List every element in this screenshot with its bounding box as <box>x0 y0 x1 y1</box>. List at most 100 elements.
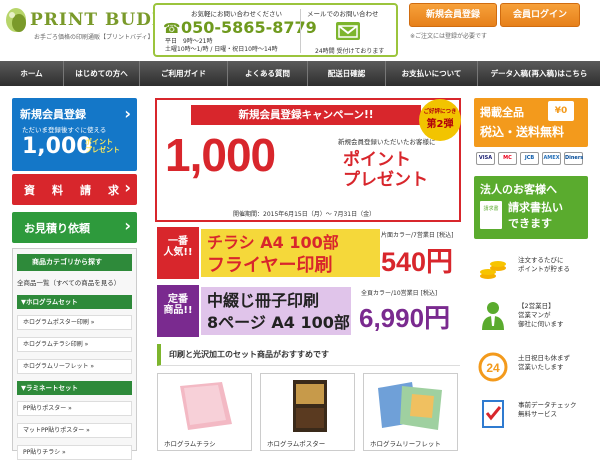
mail-hours: 24時間 受付けております <box>315 48 385 55</box>
campaign-period: 開催期間：2015年6月15日（月）〜 7月31日（金） <box>233 211 376 218</box>
category-item[interactable]: PP貼りポスター » <box>17 401 132 416</box>
nav-home[interactable]: ホーム <box>0 61 64 86</box>
promo-tag: 一番 人気!! <box>157 227 199 279</box>
category-item[interactable]: マットPP貼りポスター » <box>17 423 132 438</box>
promo-caption: 全頁カラー/10営業日 [税込] <box>361 290 438 297</box>
feature-text: 土日祝日も休まず 営業いたします <box>518 354 570 371</box>
set-heading: 印刷と光沢加工のセット商品がおすすめです <box>157 344 460 366</box>
promo-tag: 定番 商品!! <box>157 285 199 337</box>
badge-main: 第2弾 <box>426 119 454 130</box>
free-shipping-sub: 税込・送料無料 <box>480 125 565 139</box>
yen-zero-icon: ¥0 <box>548 101 574 121</box>
register-banner-line: ただいま登録後すぐに使える <box>22 126 107 134</box>
register-banner[interactable]: 新規会員登録 › ただいま登録後すぐに使える 1,000 ポイント プレゼント <box>12 98 137 171</box>
promo-line2: 8ページ A4 100部 <box>207 313 350 332</box>
payment-cards: VISA MC JCB AMEX Diners <box>476 152 588 168</box>
visa-icon: VISA <box>476 152 495 165</box>
product-caption: ホログラムリーフレット <box>370 440 441 448</box>
corporate-banner[interactable]: 法人のお客様へ 請求書 請求書払い できます <box>474 176 588 239</box>
category-item[interactable]: ホログラムチラシ印刷 » <box>17 337 132 352</box>
nav-guide[interactable]: ご利用ガイド <box>140 61 228 86</box>
register-banner-points-label: ポイント プレゼント <box>85 138 120 154</box>
promo-booklet[interactable]: 定番 商品!! 中綴じ冊子印刷 8ページ A4 100部 全頁カラー/10営業日… <box>157 285 460 337</box>
phone-label: お気軽にお問い合わせください <box>191 10 282 18</box>
svg-text:24: 24 <box>486 361 500 375</box>
category-section-laminate[interactable]: ▼ラミネートセット <box>17 381 132 395</box>
product-caption: ホログラムチラシ <box>164 440 216 448</box>
promo-caption: 片面カラー/7営業日 [税込] <box>381 232 454 239</box>
business-hours: 平日 9時〜21時 土曜10時〜1/時 / 日曜・祝日10時〜14時 <box>165 38 278 53</box>
promo-line1: チラシ A4 100部 <box>207 233 339 252</box>
feature-text: 【2営業日】 営業マンが 御社に伺います <box>518 302 564 328</box>
catalog-request-label: 資 料 請 求 <box>24 184 122 197</box>
logo-subtitle: お手ごろ価格の印刷通販【プリントバディ】 <box>34 34 154 41</box>
badge-top: ご好評につき <box>423 109 457 115</box>
corporate-title: 法人のお客様へ <box>480 183 557 196</box>
promo-line2: フライヤー印刷 <box>207 255 333 276</box>
feature-text: 事前データチェック 無料サービス <box>518 401 577 418</box>
phone-text: 050-5865-8779 <box>181 18 317 37</box>
nav-faq[interactable]: よくある質問 <box>228 61 308 86</box>
free-shipping-banner[interactable]: 掲載全品 ¥0 税込・送料無料 <box>474 98 588 147</box>
coins-icon <box>480 261 506 279</box>
invoice-icon: 請求書 <box>480 201 502 229</box>
category-item[interactable]: ホログラムポスター印刷 » <box>17 315 132 330</box>
nav-first-time[interactable]: はじめての方へ <box>64 61 140 86</box>
amex-icon: AMEX <box>542 152 561 165</box>
chevron-right-icon: › <box>124 216 131 235</box>
feature-sales: 【2営業日】 営業マンが 御社に伺います <box>476 296 588 340</box>
feature-text: 注文するたびに ポイントが貯まる <box>518 256 570 273</box>
chevron-right-icon: › <box>124 104 131 123</box>
product-card[interactable]: ホログラムリーフレット <box>363 373 458 451</box>
category-panel: 商品カテゴリから探す 全商品一覧（すべての商品を見る） ▼ホログラムセット ホロ… <box>12 248 137 460</box>
24-hours-icon: 24 <box>478 352 508 382</box>
promo-price: 6,990円 <box>359 303 451 333</box>
staff-icon <box>482 302 504 330</box>
estimate-label: お見積り依頼 <box>24 222 90 235</box>
campaign-banner[interactable]: 新規会員登録キャンペーン!! ご好評につき 第2弾 新規会員登録いただいたお客様… <box>155 98 461 222</box>
estimate-button[interactable]: お見積り依頼 › <box>12 212 137 243</box>
free-shipping-title: 掲載全品 <box>480 106 524 119</box>
promo-price: 540円 <box>381 247 454 277</box>
register-button[interactable]: 新規会員登録 <box>409 3 497 27</box>
category-item[interactable]: ホログラムリーフレット » <box>17 359 132 374</box>
main-nav: ホーム はじめての方へ ご利用ガイド よくある質問 配送日確認 お支払いについて… <box>0 61 600 86</box>
category-section-hologram[interactable]: ▼ホログラムセット <box>17 295 132 309</box>
mail-icon[interactable] <box>336 22 360 40</box>
phone-icon: ☎ <box>163 21 181 37</box>
campaign-points: ポイント プレゼント <box>343 150 428 190</box>
feature-data-check: 事前データチェック 無料サービス <box>476 395 588 439</box>
product-image <box>372 378 450 434</box>
corporate-sub: 請求書払い できます <box>508 201 563 230</box>
contact-box: お気軽にお問い合わせください ☎050-5865-8779 平日 9時〜21時 … <box>153 3 398 57</box>
mastercard-icon: MC <box>498 152 517 165</box>
nav-delivery[interactable]: 配送日確認 <box>308 61 386 86</box>
campaign-note: 新規会員登録いただいたお客様に <box>338 138 436 146</box>
product-card[interactable]: ホログラムチラシ <box>157 373 252 451</box>
promo-line1: 中綴じ冊子印刷 <box>207 291 320 310</box>
category-all-link[interactable]: 全商品一覧（すべての商品を見る） <box>17 277 120 287</box>
product-card[interactable]: ホログラムポスター <box>260 373 355 451</box>
mail-label: メールでのお問い合わせ <box>307 10 379 18</box>
product-image <box>269 378 347 434</box>
register-note: ※ご注文には登録が必要です <box>410 33 488 40</box>
campaign-amount: 1,000 <box>165 129 276 181</box>
login-button[interactable]: 会員ログイン <box>500 3 580 27</box>
feature-24h: 24 土日祝日も休まず 営業いたします <box>476 348 588 392</box>
register-banner-points: 1,000 <box>22 134 92 159</box>
category-title: 商品カテゴリから探す <box>17 254 132 271</box>
nav-payment[interactable]: お支払いについて <box>386 61 478 86</box>
checklist-icon <box>482 400 504 428</box>
promo-flyer[interactable]: 一番 人気!! チラシ A4 100部 フライヤー印刷 片面カラー/7営業日 [… <box>157 227 460 279</box>
register-banner-title: 新規会員登録 <box>20 108 86 121</box>
logo-leaf-icon <box>6 8 26 32</box>
catalog-request-button[interactable]: 資 料 請 求 › <box>12 174 137 205</box>
product-caption: ホログラムポスター <box>267 440 326 448</box>
product-image <box>166 378 244 434</box>
divider <box>300 9 301 53</box>
logo[interactable]: PRINT BUDDY お手ごろ価格の印刷通販【プリントバディ】 <box>4 4 180 48</box>
nav-data-upload[interactable]: データ入稿(再入稿)はこちら <box>478 61 600 86</box>
phone-number[interactable]: ☎050-5865-8779 <box>163 18 317 37</box>
category-item[interactable]: PP貼りチラシ » <box>17 445 132 460</box>
campaign-title: 新規会員登録キャンペーン!! <box>191 105 421 125</box>
